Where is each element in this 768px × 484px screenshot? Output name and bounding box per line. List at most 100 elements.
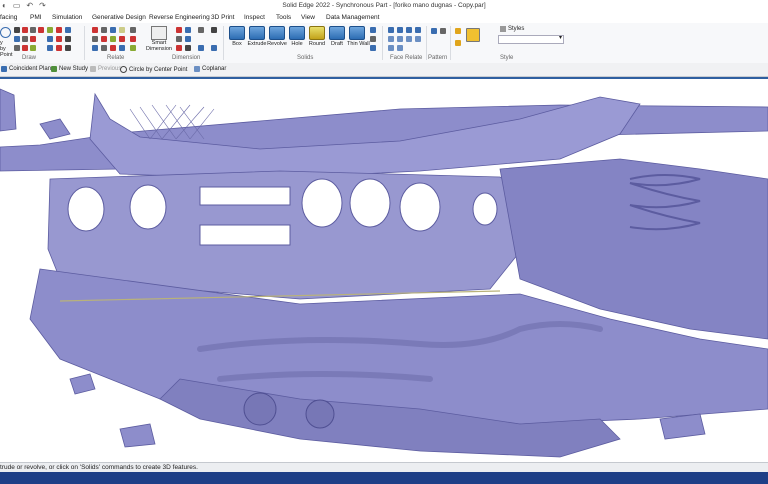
rectangle-icon[interactable] xyxy=(14,36,20,42)
fragment xyxy=(39,118,71,140)
study-icon xyxy=(51,66,57,72)
auto-relate-icon[interactable] xyxy=(130,45,136,51)
offset-face-icon[interactable] xyxy=(406,36,412,42)
tab-pmi[interactable]: PMI xyxy=(30,14,42,21)
pattern-icon[interactable] xyxy=(431,28,437,34)
view-style-icon[interactable] xyxy=(466,28,480,42)
chamfer-icon[interactable] xyxy=(56,45,62,51)
status-prompt: trude or revolve, or click on 'Solids' c… xyxy=(0,464,198,471)
project-icon[interactable] xyxy=(30,45,36,51)
rigid-icon[interactable] xyxy=(119,36,125,42)
menu-bar: facing PMI Simulation Generative Design … xyxy=(0,12,768,23)
separator xyxy=(450,26,451,60)
equal-radius-icon[interactable] xyxy=(397,45,403,51)
revolve-button[interactable]: Revolve xyxy=(267,26,287,47)
angular-coordinate-icon[interactable] xyxy=(176,45,182,51)
tab-tools[interactable]: Tools xyxy=(276,14,291,21)
scale-icon[interactable] xyxy=(65,36,71,42)
coincident-plane-button[interactable]: Coincident Plane xyxy=(1,66,54,72)
distance-between-icon[interactable] xyxy=(176,27,182,33)
relationship-handles-icon[interactable] xyxy=(119,45,125,51)
select-icon[interactable] xyxy=(211,27,217,33)
hole-button[interactable]: Hole xyxy=(287,26,307,47)
thin-wall-button[interactable]: Thin Wall xyxy=(347,26,370,47)
dimension-style-icon[interactable] xyxy=(185,45,191,51)
tab-surfacing[interactable]: facing xyxy=(0,14,17,21)
split-icon[interactable] xyxy=(47,45,53,51)
collinear-icon[interactable] xyxy=(101,45,107,51)
arc-icon[interactable] xyxy=(22,27,28,33)
tab-generative-design[interactable]: Generative Design xyxy=(92,14,146,21)
previous-button[interactable]: Previous xyxy=(90,66,121,72)
styles-dropdown[interactable]: ▾ xyxy=(498,35,564,44)
color-icon[interactable] xyxy=(455,40,461,46)
round-button[interactable]: Round xyxy=(307,26,327,47)
tab-3d-print[interactable]: 3D Print xyxy=(211,14,234,21)
concentric-face-icon[interactable] xyxy=(388,45,394,51)
line-icon[interactable] xyxy=(14,27,20,33)
pattern-dropdown-icon[interactable] xyxy=(440,28,446,34)
rigid-face-icon[interactable] xyxy=(415,36,421,42)
bumper-hole xyxy=(67,186,105,232)
move-icon[interactable] xyxy=(47,36,53,42)
fillet-icon[interactable] xyxy=(47,27,53,33)
symmetric-icon[interactable] xyxy=(110,36,116,42)
horizontal-icon[interactable] xyxy=(101,27,107,33)
tangent-relate-icon[interactable] xyxy=(92,45,98,51)
coplanar-button[interactable]: Coplanar xyxy=(194,66,226,72)
point-draw-button[interactable]: y by Point xyxy=(0,27,13,58)
styles-button[interactable]: Styles xyxy=(500,26,524,32)
symmetric-face-icon[interactable] xyxy=(397,36,403,42)
circle-by-center-point-button[interactable]: Circle by Center Point xyxy=(120,66,187,73)
parallel-icon[interactable] xyxy=(92,36,98,42)
part-painter-icon[interactable] xyxy=(455,28,461,34)
coordinate-dim-icon[interactable] xyxy=(176,36,182,42)
box-button[interactable]: Box xyxy=(227,26,247,47)
fix-icon[interactable] xyxy=(130,36,136,42)
tab-simulation[interactable]: Simulation xyxy=(52,14,82,21)
coplanar-icon[interactable] xyxy=(388,27,394,33)
button-label: Revolve xyxy=(267,41,287,47)
tab-data-management[interactable]: Data Management xyxy=(326,14,379,21)
mirror-solid-icon[interactable] xyxy=(370,45,376,51)
new-study-button[interactable]: New Study xyxy=(51,66,88,72)
chamfer-dim-icon[interactable] xyxy=(198,27,204,33)
tab-reverse-engineering[interactable]: Reverse Engineering xyxy=(149,14,210,21)
perpendicular-icon[interactable] xyxy=(101,36,107,42)
tab-view[interactable]: View xyxy=(301,14,315,21)
lock-icon[interactable] xyxy=(119,27,125,33)
tab-inspect[interactable]: Inspect xyxy=(244,14,265,21)
graphics-viewport[interactable] xyxy=(0,77,768,464)
mirror-icon[interactable] xyxy=(65,27,71,33)
concentric-icon[interactable] xyxy=(110,45,116,51)
draft-button[interactable]: Draft xyxy=(327,26,347,47)
text-icon[interactable] xyxy=(65,45,71,51)
circle-tool-icon[interactable] xyxy=(22,36,28,42)
tangent-face-icon[interactable] xyxy=(388,36,394,42)
button-label: Thin Wall xyxy=(347,41,370,47)
perpendicular-face-icon[interactable] xyxy=(406,27,412,33)
circle-icon xyxy=(0,27,11,38)
parallel-face-icon[interactable] xyxy=(397,27,403,33)
design-intent-icon[interactable] xyxy=(211,45,217,51)
boolean-icon[interactable] xyxy=(370,27,376,33)
extend-icon[interactable] xyxy=(56,27,62,33)
align-icon[interactable] xyxy=(130,27,136,33)
coaxial-icon[interactable] xyxy=(415,27,421,33)
angle-between-icon[interactable] xyxy=(185,27,191,33)
symmetric-diameter-icon[interactable] xyxy=(185,36,191,42)
pmi-icon[interactable] xyxy=(198,45,204,51)
connect-icon[interactable] xyxy=(92,27,98,33)
equal-icon[interactable] xyxy=(110,27,116,33)
trim-icon[interactable] xyxy=(38,27,44,33)
button-label: Round xyxy=(308,41,326,47)
smart-dimension-button[interactable]: Smart Dimension xyxy=(146,26,172,52)
thicken-icon[interactable] xyxy=(370,36,376,42)
thin-wall-icon xyxy=(349,26,365,40)
curve-icon[interactable] xyxy=(22,45,28,51)
extrude-button[interactable]: Extrude xyxy=(247,26,267,47)
offset-icon[interactable] xyxy=(30,36,36,42)
polygon-icon[interactable] xyxy=(14,45,20,51)
tangent-icon[interactable] xyxy=(30,27,36,33)
rotate-icon[interactable] xyxy=(56,36,62,42)
